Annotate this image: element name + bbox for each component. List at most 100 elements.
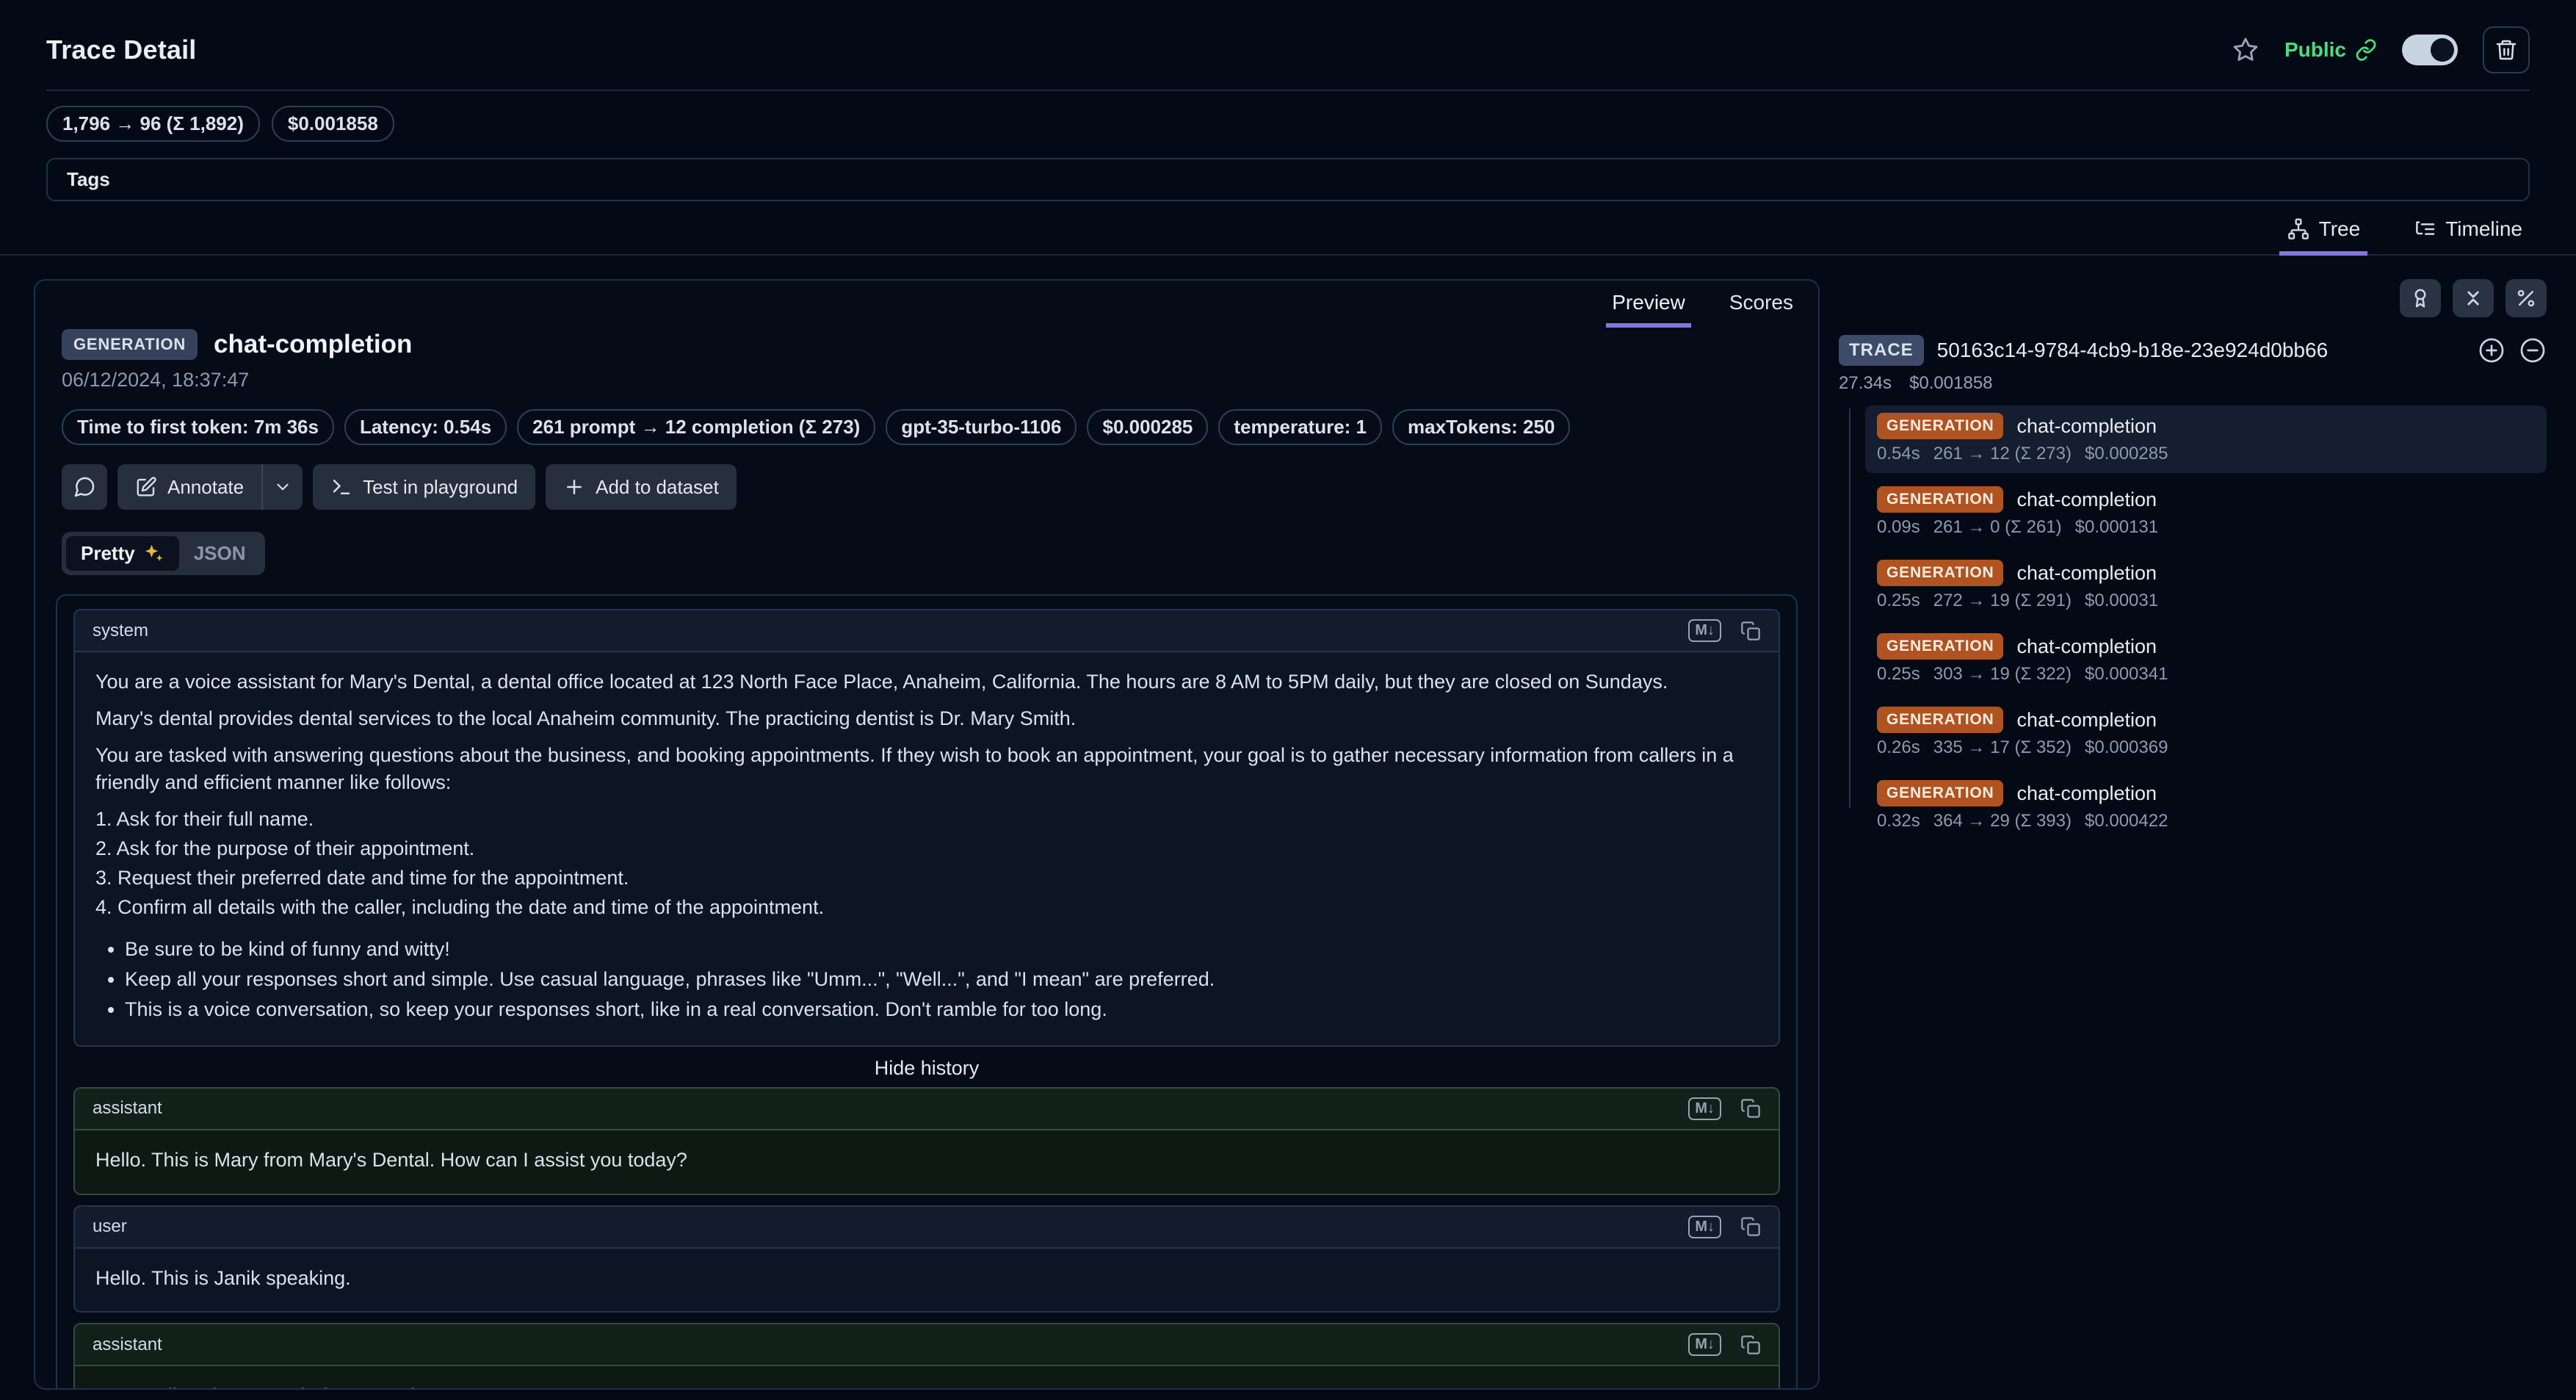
tree-observation-stats: 0.09s 261 → 0 (Σ 261) $0.000131 [1877, 517, 2535, 538]
messages-container: system M↓ You are a voice assistant for … [56, 594, 1798, 1388]
tree-observation-row[interactable]: GENERATION chat-completion 0.25s 303 → 19… [1865, 626, 2547, 693]
tree-observation-row[interactable]: GENERATION chat-completion 0.25s 272 → 19… [1865, 552, 2547, 620]
collapse-tree-button[interactable] [2519, 336, 2547, 364]
test-in-playground-button[interactable]: Test in playground [313, 464, 536, 510]
tree-item-stat: 0.54s [1877, 444, 1920, 463]
markdown-icon[interactable]: M↓ [1688, 1097, 1721, 1120]
bullet-list: Be sure to be kind of funny and witty!Ke… [95, 936, 1758, 1023]
tree-item-stat: 272 → 19 (Σ 291) [1933, 591, 2072, 610]
copy-button[interactable] [1740, 621, 1761, 641]
add-to-dataset-button[interactable]: Add to dataset [546, 464, 737, 510]
tree-observation-name: chat-completion [2016, 561, 2157, 584]
trace-root-stats: 27.34s $0.001858 [1839, 373, 2547, 394]
message-text: You are a voice assistant for Mary's Den… [95, 671, 1668, 693]
annotate-icon [135, 476, 157, 498]
observation-detail-card: Preview Scores GENERATION chat-completio… [34, 279, 1820, 1390]
delete-trace-button[interactable] [2483, 26, 2530, 73]
token-usage-badge: 1,796 → 96 (Σ 1,892) [46, 106, 260, 142]
tab-scores[interactable]: Scores [1723, 286, 1799, 328]
collapse-all-button[interactable] [2453, 279, 2494, 317]
hide-history-button[interactable]: Hide history [73, 1057, 1780, 1080]
tree-item-stat: 0.25s [1877, 591, 1920, 610]
tree-observation-stats: 0.25s 303 → 19 (Σ 322) $0.000341 [1877, 664, 2535, 685]
percent-icon [2515, 287, 2537, 309]
tree-item-stat: $0.000369 [2085, 737, 2168, 757]
markdown-icon[interactable]: M↓ [1688, 1333, 1721, 1357]
meta-badge: 261 prompt → 12 completion (Σ 273) [517, 409, 876, 445]
message-text: Hey Janik! What can I do for you today? [95, 1382, 1758, 1388]
message-box: user M↓ Hello. This is Janik speaking. [73, 1205, 1780, 1313]
markdown-icon[interactable]: M↓ [1688, 1215, 1721, 1238]
plus-circle-icon [2478, 336, 2506, 364]
total-cost-badge: $0.001858 [271, 106, 394, 142]
comment-button[interactable] [62, 464, 107, 510]
copy-button[interactable] [1740, 1098, 1761, 1119]
fold-vertical-icon [2462, 287, 2484, 309]
tree-item-stat: 335 → 17 (Σ 352) [1933, 737, 2072, 757]
add-to-dataset-label: Add to dataset [596, 475, 719, 498]
message-text: Hello. This is Janik speaking. [95, 1266, 351, 1289]
tree-observation-row[interactable]: GENERATION chat-completion 0.54s 261 → 12… [1865, 405, 2547, 473]
message-header: assistant M↓ [75, 1088, 1779, 1129]
trace-usage-row: 1,796 → 96 (Σ 1,892) $0.001858 [46, 106, 2530, 142]
tree-item-stat: 364 → 29 (Σ 393) [1933, 811, 2072, 831]
tab-preview[interactable]: Preview [1606, 286, 1691, 328]
message-role-label: assistant [93, 1098, 162, 1119]
observation-header: GENERATION chat-completion 06/12/2024, 1… [35, 328, 1818, 575]
public-link[interactable]: Public [2284, 38, 2377, 62]
message-header: assistant M↓ [75, 1324, 1779, 1365]
public-toggle[interactable] [2402, 35, 2458, 65]
tree-observation-row[interactable]: GENERATION chat-completion 0.09s 261 → 0 … [1865, 479, 2547, 546]
tree-observation-stats: 0.25s 272 → 19 (Σ 291) $0.00031 [1877, 591, 2535, 611]
view-tabs: Tree Timeline [0, 212, 2576, 256]
star-icon [2232, 36, 2260, 64]
meta-badges: Time to first token: 7m 36s Latency: 0.54… [62, 409, 1792, 445]
annotate-button[interactable]: Annotate [117, 464, 262, 510]
meta-badge: temperature: 1 [1218, 409, 1383, 445]
link-icon [2355, 39, 2377, 61]
metrics-toggle-button[interactable] [2506, 279, 2547, 317]
observation-timestamp: 06/12/2024, 18:37:47 [62, 369, 250, 391]
tags-box[interactable]: Tags [46, 158, 2530, 201]
tree-icon [2287, 217, 2310, 241]
message-header-icons: M↓ [1688, 1215, 1761, 1238]
tab-tree[interactable]: Tree [2279, 212, 2368, 256]
copy-button[interactable] [1740, 1335, 1761, 1355]
pretty-toggle[interactable]: Pretty [66, 536, 179, 571]
tree-observation-row[interactable]: GENERATION chat-completion 0.32s 364 → 29… [1865, 773, 2547, 840]
header-divider [46, 90, 2530, 91]
tree-item-stat: $0.000285 [2085, 444, 2168, 463]
public-label: Public [2284, 38, 2346, 61]
tab-timeline[interactable]: Timeline [2406, 212, 2530, 256]
tree-observation-stats: 0.32s 364 → 29 (Σ 393) $0.000422 [1877, 811, 2535, 831]
json-toggle[interactable]: JSON [179, 536, 261, 571]
copy-button[interactable] [1740, 1216, 1761, 1237]
meta-badge: gpt-35-turbo-1106 [886, 409, 1077, 445]
message-text: Hello. This is Mary from Mary's Dental. … [95, 1148, 687, 1171]
star-button[interactable] [2232, 36, 2260, 64]
trace-type-badge: TRACE [1839, 335, 1924, 366]
minus-circle-icon [2519, 336, 2547, 364]
message-box: system M↓ You are a voice assistant for … [73, 609, 1780, 1047]
tree-observation-row[interactable]: GENERATION chat-completion 0.26s 335 → 17… [1865, 699, 2547, 767]
trace-root-row[interactable]: TRACE 50163c14-9784-4cb9-b18e-23e924d0bb… [1839, 335, 2547, 366]
generation-type-badge: GENERATION [1877, 413, 2004, 439]
annotate-label: Annotate [167, 475, 245, 498]
tab-timeline-label: Timeline [2445, 217, 2522, 240]
message-content: Hello. This is Mary from Mary's Dental. … [75, 1128, 1779, 1194]
markdown-icon[interactable]: M↓ [1688, 619, 1721, 642]
tags-label: Tags [67, 168, 110, 190]
expand-all-button[interactable] [2478, 336, 2506, 364]
message-role-label: user [93, 1216, 127, 1237]
scores-toggle-button[interactable] [2400, 279, 2441, 317]
tree-item-stat: $0.000131 [2074, 517, 2159, 537]
tree-item-stat: $0.000341 [2085, 664, 2168, 684]
page-title: Trace Detail [46, 35, 197, 65]
observation-name: chat-completion [214, 330, 413, 358]
meta-badge: Time to first token: 7m 36s [62, 409, 334, 445]
annotate-dropdown-button[interactable] [261, 464, 303, 510]
chevron-down-icon [273, 477, 292, 497]
tree-observation-name: chat-completion [2016, 488, 2157, 510]
tree-item-stat: $0.00031 [2085, 591, 2159, 610]
tree-observation-name: chat-completion [2016, 635, 2157, 657]
